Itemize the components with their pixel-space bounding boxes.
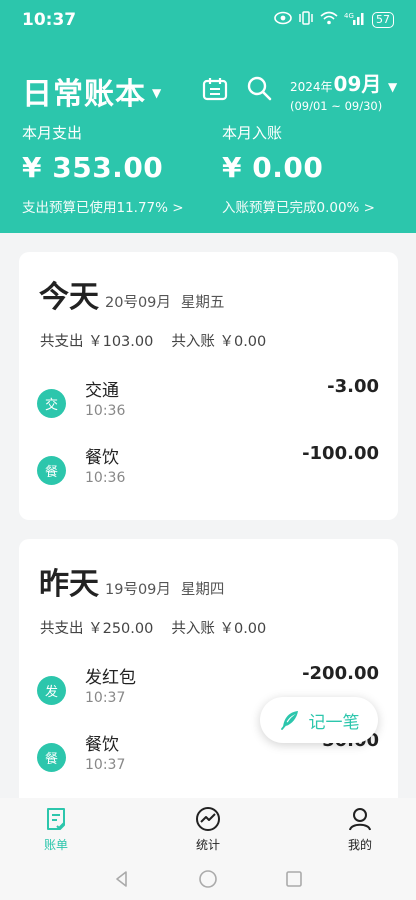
entry-name: 发红包 <box>85 668 136 688</box>
entry-time: 10:37 <box>85 690 126 706</box>
day-weekday: 星期四 <box>180 582 225 598</box>
category-badge: 餐 <box>37 743 66 772</box>
search-icon[interactable] <box>246 75 272 101</box>
day-title: 今天 <box>39 280 99 315</box>
tab-bill-label: 账单 <box>43 838 68 852</box>
tab-stats[interactable]: 统计 <box>178 798 238 858</box>
signal-label: 4G <box>344 12 354 20</box>
status-time: 10:37 <box>22 10 77 30</box>
tab-profile[interactable]: 我的 <box>330 798 390 858</box>
category-badge: 发 <box>37 676 66 705</box>
month-range: (09/01 ~ 09/30) <box>290 99 383 113</box>
eye-icon <box>274 11 292 29</box>
feather-icon <box>280 711 298 730</box>
home-icon[interactable] <box>198 869 218 889</box>
day-card-today: 今天 20号09月 星期五 共支出 ￥103.00 共入账 ￥0.00 交 交通… <box>19 252 398 520</box>
entry-amount: -3.00 <box>327 376 379 397</box>
day-card-yesterday: 昨天 19号09月 星期四 共支出 ￥250.00 共入账 ￥0.00 发 发红… <box>19 539 398 809</box>
income-amount: ¥ 0.00 <box>222 151 324 184</box>
day-weekday: 星期五 <box>180 295 225 311</box>
day-total-income: 共入账 ￥0.00 <box>171 621 267 637</box>
tab-profile-label: 我的 <box>347 838 372 852</box>
income-label: 本月入账 <box>222 124 283 142</box>
expense-amount: ¥ 353.00 <box>22 151 164 184</box>
recents-icon[interactable] <box>284 869 304 889</box>
add-record-button[interactable]: 记一笔 <box>260 697 378 743</box>
list-item[interactable]: 餐 餐饮 10:36 -100.00 <box>19 443 398 503</box>
month-selector[interactable]: 2024年 09月 (09/01 ~ 09/30) <box>290 68 382 113</box>
day-total-expense: 共支出 ￥103.00 <box>40 334 154 350</box>
entry-name: 餐饮 <box>85 448 119 468</box>
category-badge: 交 <box>37 389 66 418</box>
battery-level: 57 <box>372 12 394 28</box>
income-summary: 本月入账 ¥ 0.00 入账预算已完成0.00% > <box>222 122 375 216</box>
entry-amount: -100.00 <box>302 443 379 464</box>
add-record-label: 记一笔 <box>308 712 360 733</box>
day-date: 20号09月 <box>105 295 171 311</box>
wifi-icon <box>320 11 338 29</box>
stats-icon <box>196 807 220 831</box>
tab-bill[interactable]: 账单 <box>26 798 86 858</box>
category-badge: 餐 <box>37 456 66 485</box>
profile-icon <box>349 808 371 831</box>
day-total-expense: 共支出 ￥250.00 <box>40 621 154 637</box>
month-text: 09月 <box>333 72 382 96</box>
status-icons: 4G 57 <box>274 11 394 29</box>
calendar-icon[interactable] <box>202 76 228 102</box>
year-text: 2024年 <box>290 80 333 94</box>
status-bar: 10:37 4G 57 <box>0 0 416 40</box>
header: 10:37 4G 57 日常账本 ▼ 2024年 09月 (09/01 ~ 09… <box>0 0 416 233</box>
entry-name: 餐饮 <box>85 735 119 755</box>
tab-stats-label: 统计 <box>195 838 220 852</box>
vibrate-icon <box>298 11 314 29</box>
caret-down-icon[interactable]: ▼ <box>152 86 161 100</box>
expense-label: 本月支出 <box>22 124 83 142</box>
bill-icon <box>47 808 65 830</box>
app-title[interactable]: 日常账本 <box>22 69 146 113</box>
entry-time: 10:36 <box>85 403 126 419</box>
expense-summary: 本月支出 ¥ 353.00 支出预算已使用11.77% > <box>22 122 184 216</box>
month-caret-down-icon[interactable]: ▼ <box>388 80 397 94</box>
day-total-income: 共入账 ￥0.00 <box>171 334 267 350</box>
entry-time: 10:37 <box>85 757 126 773</box>
title-row: 日常账本 ▼ 2024年 09月 (09/01 ~ 09/30) ▼ <box>22 66 398 116</box>
signal-icon: 4G <box>344 11 366 29</box>
system-nav-bar <box>0 858 416 900</box>
back-icon[interactable] <box>112 869 132 889</box>
entry-name: 交通 <box>85 381 119 401</box>
entry-amount: -200.00 <box>302 663 379 684</box>
day-date: 19号09月 <box>105 582 171 598</box>
bottom-nav: 账单 统计 我的 <box>0 798 416 858</box>
entry-time: 10:36 <box>85 470 126 486</box>
expense-budget-link[interactable]: 支出预算已使用11.77% > <box>22 196 184 216</box>
list-item[interactable]: 交 交通 10:36 -3.00 <box>19 376 398 436</box>
income-budget-link[interactable]: 入账预算已完成0.00% > <box>222 196 375 216</box>
day-title: 昨天 <box>39 567 99 602</box>
